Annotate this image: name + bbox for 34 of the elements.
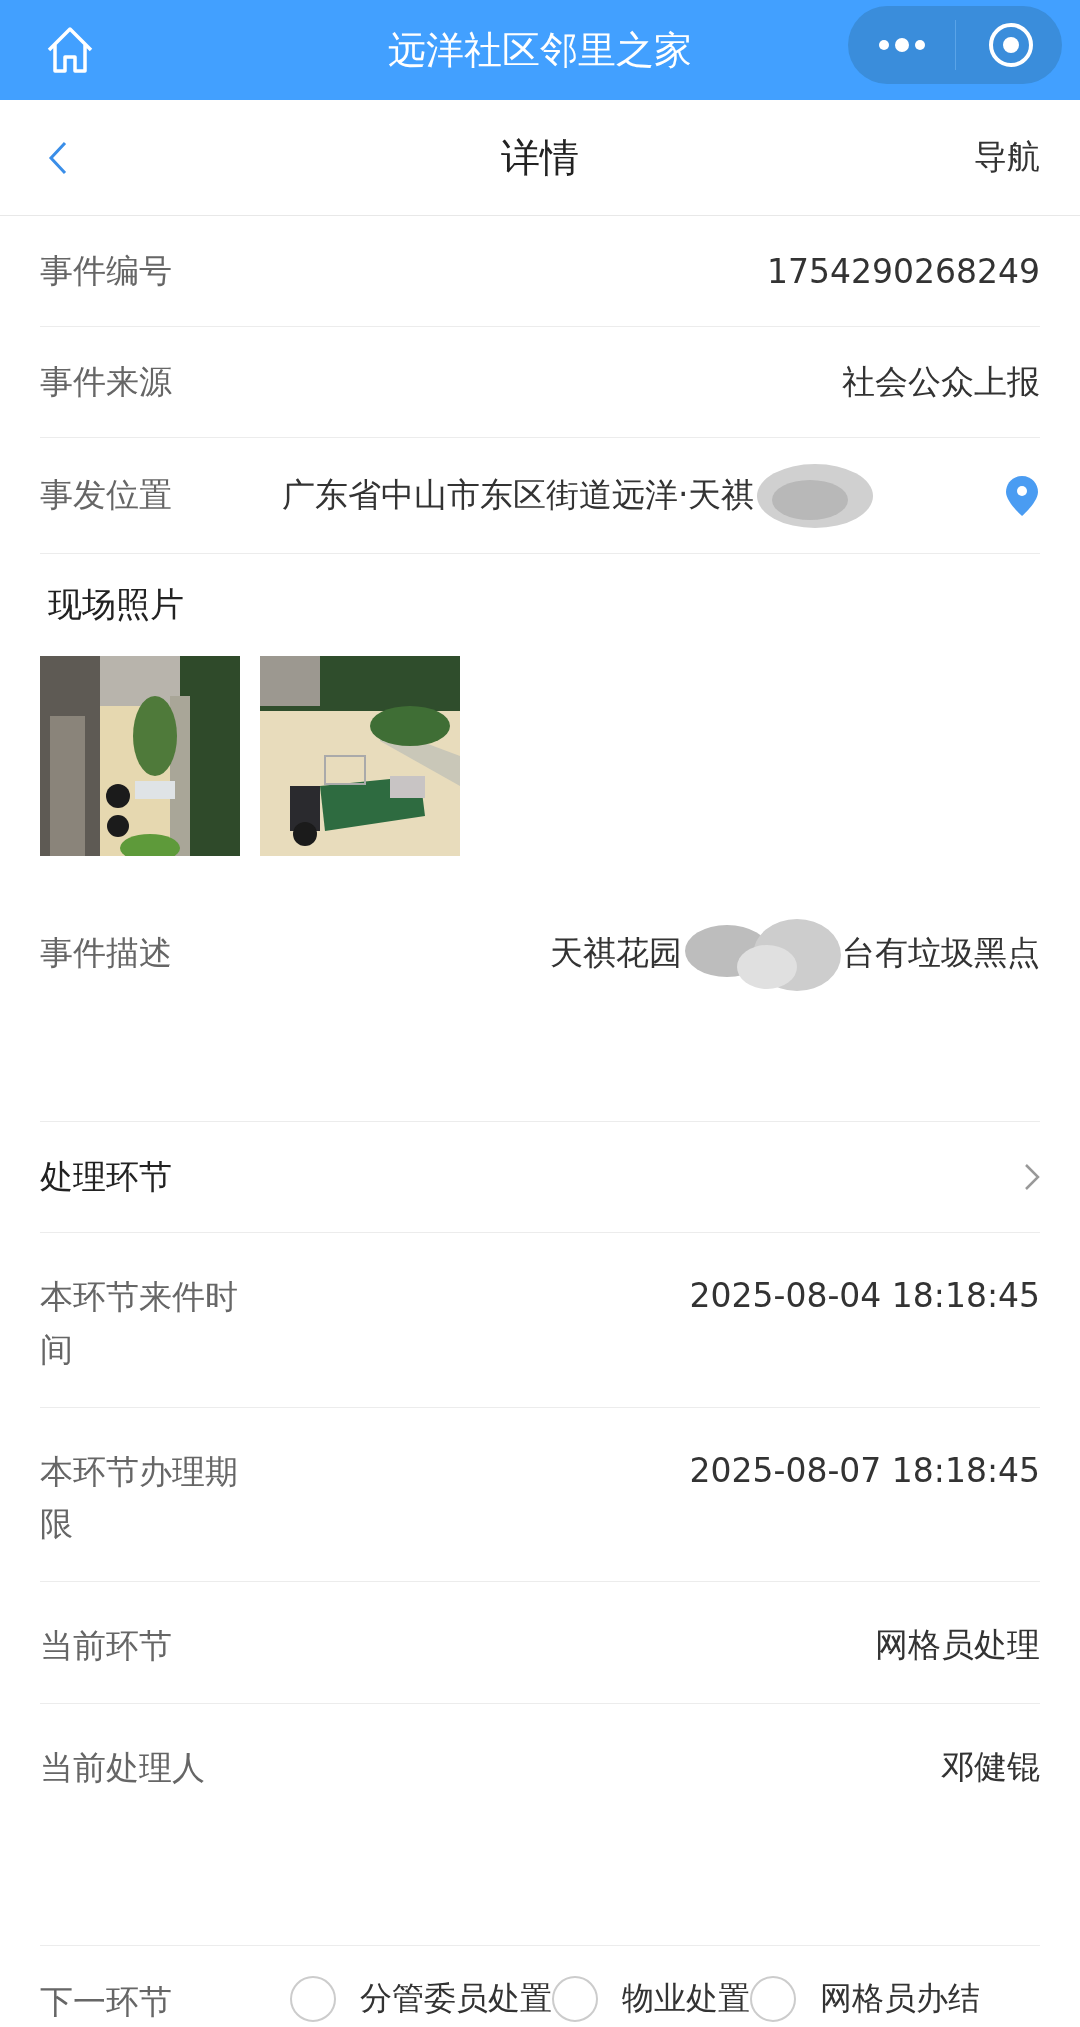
page-title: 详情 [501,133,579,182]
close-icon[interactable] [988,22,1034,68]
field-label: 当前环节 [40,1625,173,1668]
field-label: 下一环节 [40,1980,173,2023]
navigate-link[interactable]: 导航 [974,135,1040,180]
location-pin-icon[interactable] [1004,473,1040,518]
field-label: 事件来源 [40,360,173,403]
field-value: 社会公众上报 [842,360,1040,403]
section-title: 处理环节 [40,1155,172,1198]
field-label: 事件编号 [40,249,173,292]
section-title: 现场照片 [47,583,185,626]
location-value: 广东省中山市东区街道远洋·天祺 [282,474,755,516]
radio-circle[interactable] [750,1975,796,2022]
radio-option[interactable]: 物业处置 [552,1975,750,2022]
field-label: 本环节办理期限 [40,1450,239,1546]
radio-option[interactable]: 网格员办结 [750,1975,980,2022]
app-title: 远洋社区邻里之家 [388,26,692,74]
radio-circle[interactable] [552,1975,598,2022]
back-icon[interactable] [48,140,68,176]
field-value: 2025-08-04 18:18:45 [689,1275,1040,1317]
field-value: 2025-08-07 18:18:45 [689,1449,1040,1492]
description-value: 天祺花园 [550,932,682,974]
field-label: 本环节来件时间 [40,1276,239,1371]
field-value: 1754290268249 [767,251,1040,291]
field-value: 网格员处理 [875,1624,1040,1667]
radio-circle[interactable] [290,1975,336,2022]
field-value: 邓健锟 [941,1746,1040,1788]
description-value: 台有垃圾黑点 [842,932,1040,974]
field-label: 当前处理人 [40,1747,206,1789]
radio-option[interactable]: 分管委员处置 [290,1975,552,2022]
field-label: 事发位置 [40,474,173,517]
field-label: 事件描述 [40,932,173,975]
chevron-right-icon[interactable] [1024,1163,1040,1191]
more-icon[interactable] [878,35,926,55]
